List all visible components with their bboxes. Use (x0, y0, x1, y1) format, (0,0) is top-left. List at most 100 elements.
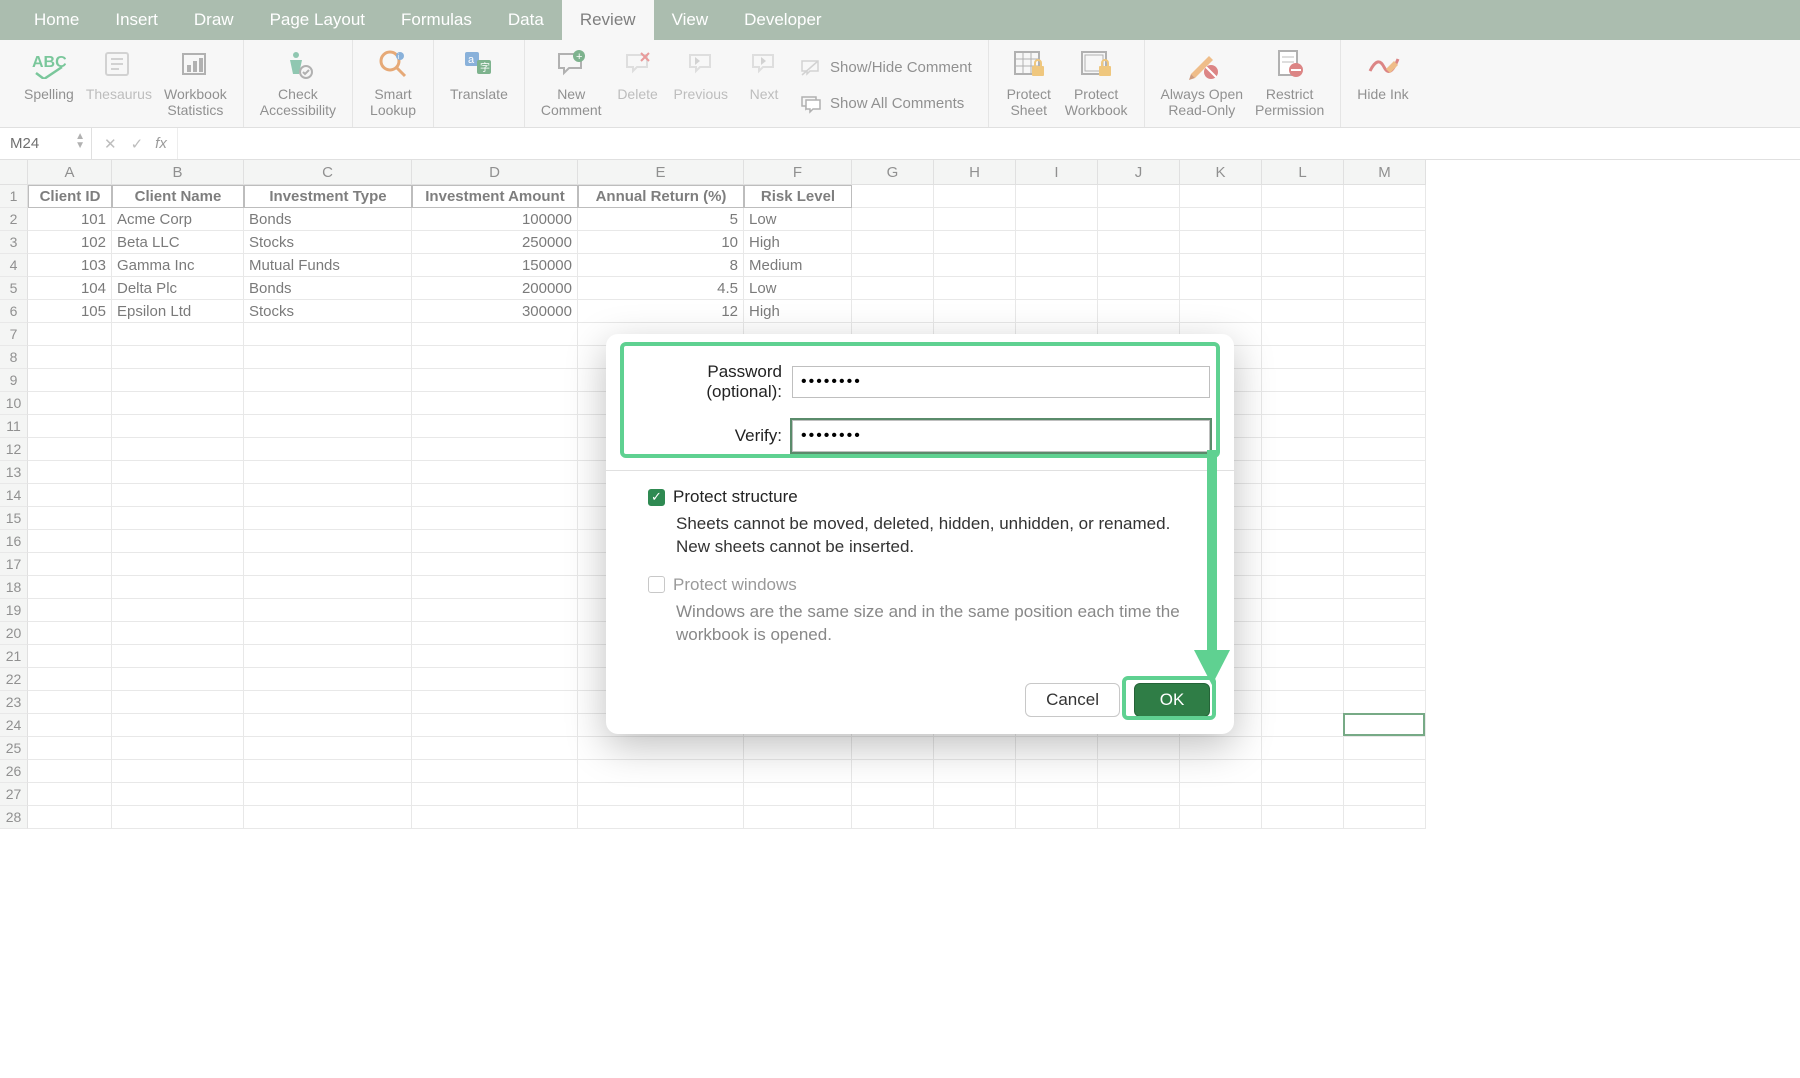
column-header[interactable]: H (934, 160, 1016, 185)
delete-comment-button[interactable]: Delete (608, 44, 668, 104)
cell[interactable]: 8 (578, 254, 744, 277)
tab-home[interactable]: Home (16, 0, 97, 40)
cell[interactable] (112, 668, 244, 691)
cell[interactable] (412, 691, 578, 714)
cell[interactable] (244, 576, 412, 599)
namebox-dropdown-icon[interactable]: ▲▼ (75, 132, 85, 150)
cell[interactable]: Bonds (244, 208, 412, 231)
cell[interactable] (1344, 622, 1426, 645)
cell[interactable] (28, 714, 112, 737)
cell[interactable] (412, 484, 578, 507)
formula-input[interactable] (177, 128, 1800, 159)
cell[interactable] (1180, 783, 1262, 806)
hide-ink-button[interactable]: Hide Ink (1351, 44, 1414, 104)
tab-page-layout[interactable]: Page Layout (252, 0, 383, 40)
protect-sheet-button[interactable]: Protect Sheet (999, 44, 1059, 120)
cell[interactable] (28, 507, 112, 530)
cell[interactable] (1016, 231, 1098, 254)
tab-developer[interactable]: Developer (726, 0, 840, 40)
cell[interactable]: 4.5 (578, 277, 744, 300)
cell[interactable] (1262, 231, 1344, 254)
cell[interactable] (1016, 300, 1098, 323)
cell[interactable]: 200000 (412, 277, 578, 300)
cell[interactable] (28, 461, 112, 484)
cell[interactable] (244, 737, 412, 760)
cell[interactable] (1344, 737, 1426, 760)
cell[interactable] (934, 300, 1016, 323)
cell[interactable] (1344, 668, 1426, 691)
cell[interactable]: 105 (28, 300, 112, 323)
cell[interactable]: Stocks (244, 231, 412, 254)
cell[interactable] (852, 277, 934, 300)
column-header[interactable]: K (1180, 160, 1262, 185)
cell[interactable] (1262, 300, 1344, 323)
cell[interactable] (112, 783, 244, 806)
cell[interactable] (1344, 530, 1426, 553)
cell[interactable] (412, 714, 578, 737)
protect-workbook-button[interactable]: Protect Workbook (1059, 44, 1134, 120)
column-header[interactable]: F (744, 160, 852, 185)
row-header[interactable]: 20 (0, 622, 28, 645)
cell[interactable] (1344, 300, 1426, 323)
cell[interactable] (244, 714, 412, 737)
row-header[interactable]: 7 (0, 323, 28, 346)
column-header[interactable]: A (28, 160, 112, 185)
tab-draw[interactable]: Draw (176, 0, 252, 40)
cell[interactable] (244, 599, 412, 622)
cell[interactable]: Client Name (112, 185, 244, 208)
cell[interactable] (1262, 369, 1344, 392)
tab-view[interactable]: View (654, 0, 727, 40)
cell[interactable] (244, 484, 412, 507)
cell[interactable] (1262, 530, 1344, 553)
cell[interactable] (1344, 323, 1426, 346)
cell[interactable] (1180, 208, 1262, 231)
tab-review[interactable]: Review (562, 0, 654, 40)
cell[interactable] (578, 783, 744, 806)
cell[interactable] (1016, 208, 1098, 231)
cell[interactable] (1262, 668, 1344, 691)
cell[interactable] (852, 208, 934, 231)
cell[interactable] (1098, 185, 1180, 208)
column-header[interactable]: E (578, 160, 744, 185)
cell[interactable]: Investment Type (244, 185, 412, 208)
translate-button[interactable]: a字 Translate (444, 44, 514, 104)
show-all-comments-button[interactable]: Show All Comments (794, 89, 978, 119)
row-header[interactable]: 16 (0, 530, 28, 553)
cell[interactable] (28, 691, 112, 714)
cell[interactable] (934, 277, 1016, 300)
cell[interactable] (1180, 737, 1262, 760)
protect-structure-checkbox[interactable]: ✓ Protect structure (648, 487, 1210, 507)
cell[interactable] (1262, 438, 1344, 461)
cell[interactable] (1344, 783, 1426, 806)
cell[interactable]: Delta Plc (112, 277, 244, 300)
cell[interactable] (28, 438, 112, 461)
cell[interactable] (1098, 760, 1180, 783)
cell[interactable] (1098, 208, 1180, 231)
tab-formulas[interactable]: Formulas (383, 0, 490, 40)
cell[interactable] (1344, 461, 1426, 484)
cell[interactable] (1098, 277, 1180, 300)
cell[interactable] (744, 737, 852, 760)
cell[interactable] (1344, 714, 1426, 737)
cell[interactable]: Medium (744, 254, 852, 277)
name-box[interactable]: M24 ▲▼ (0, 128, 92, 159)
cell[interactable] (1344, 691, 1426, 714)
cell[interactable] (1262, 323, 1344, 346)
cell[interactable] (1344, 392, 1426, 415)
cell[interactable]: High (744, 231, 852, 254)
row-header[interactable]: 19 (0, 599, 28, 622)
cell[interactable] (244, 392, 412, 415)
cell[interactable] (1262, 392, 1344, 415)
cell[interactable] (244, 622, 412, 645)
column-header[interactable]: M (1344, 160, 1426, 185)
cell[interactable] (1262, 415, 1344, 438)
cell[interactable] (244, 323, 412, 346)
cell[interactable]: 102 (28, 231, 112, 254)
column-header[interactable]: L (1262, 160, 1344, 185)
cell[interactable] (412, 737, 578, 760)
cell[interactable] (112, 599, 244, 622)
cell[interactable] (1262, 806, 1344, 829)
cell[interactable] (244, 691, 412, 714)
cell[interactable] (412, 507, 578, 530)
cell[interactable] (1016, 806, 1098, 829)
